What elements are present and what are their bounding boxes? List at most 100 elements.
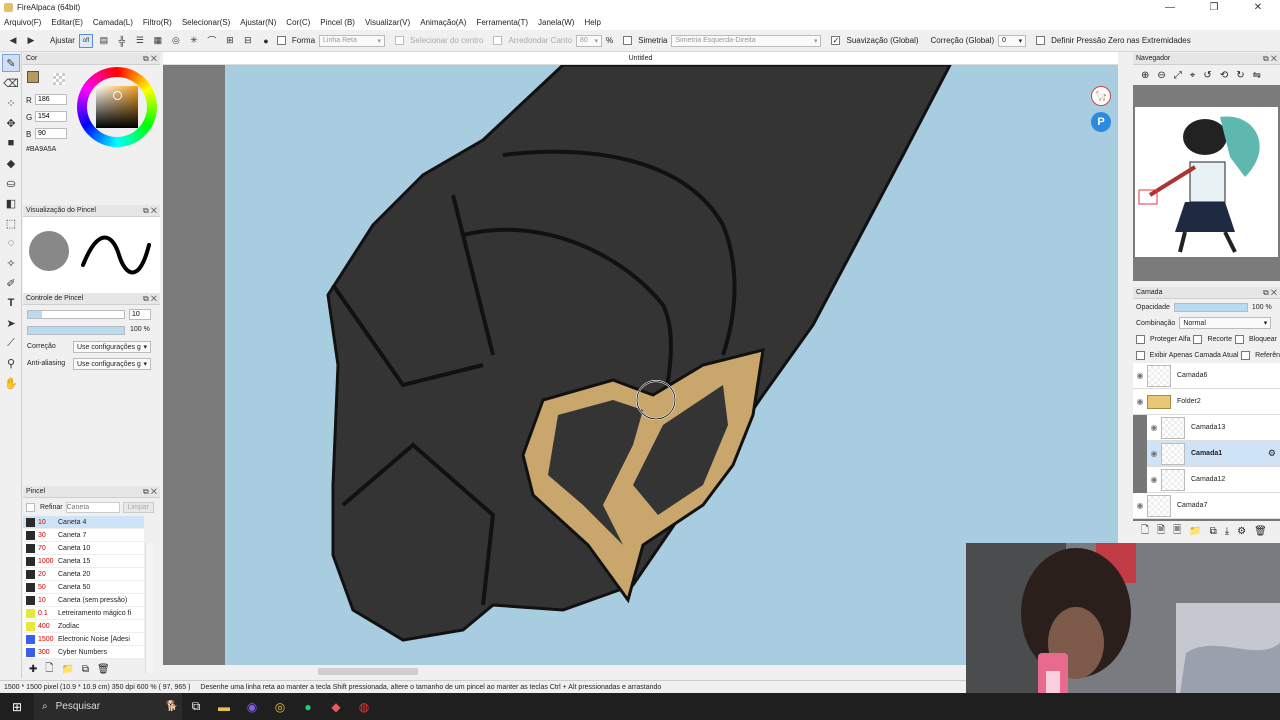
snap-lines-icon[interactable]: ☰ bbox=[133, 34, 147, 48]
snap-cross-icon[interactable]: ╬ bbox=[115, 34, 129, 48]
brush-item[interactable]: 30 Caneta 7 bbox=[23, 529, 144, 542]
layer-visibility-icon[interactable]: ◉ bbox=[1133, 371, 1147, 380]
zoom-in-icon[interactable]: ⊕ bbox=[1141, 70, 1149, 81]
snap-curve-icon[interactable]: ⌒ bbox=[205, 34, 219, 48]
brush-tool-icon[interactable]: ✎ bbox=[2, 54, 20, 72]
reference-checkbox[interactable] bbox=[1241, 350, 1251, 360]
arredondar-value[interactable]: 80 ▾ bbox=[576, 34, 603, 47]
layer-row[interactable]: ◉ Camada6 bbox=[1133, 363, 1280, 389]
menu-ajustar[interactable]: Ajustar(N) bbox=[240, 18, 276, 27]
suavizacao-checkbox[interactable]: ✓ bbox=[831, 36, 841, 45]
refine-checkbox[interactable] bbox=[26, 502, 35, 512]
text-tool-icon[interactable]: T bbox=[2, 294, 20, 312]
minimize-button[interactable]: — bbox=[1148, 0, 1192, 15]
forma-checkbox[interactable] bbox=[276, 36, 286, 45]
rotate-reset-icon[interactable]: ⟲ bbox=[1220, 70, 1228, 81]
zoom-out-icon[interactable]: ⊖ bbox=[1157, 70, 1165, 81]
magic-wand-icon[interactable]: ✧ bbox=[2, 254, 20, 272]
select-tool-icon[interactable]: ⬚ bbox=[2, 214, 20, 232]
divide-tool-icon[interactable]: ⟋ bbox=[2, 334, 20, 352]
zoom-fit-icon[interactable]: ⤢ bbox=[1174, 70, 1182, 81]
layer-opacity-slider[interactable] bbox=[1173, 302, 1248, 312]
merge-down-icon[interactable]: ⤓ bbox=[1225, 526, 1229, 537]
taskbar-search[interactable]: ⌕ Pesquisar 🐕 bbox=[34, 693, 182, 720]
layer-gear-icon[interactable]: ⚙ bbox=[1268, 448, 1276, 459]
obs-icon[interactable]: ◍ bbox=[350, 693, 378, 720]
menu-selecionar[interactable]: Selecionar(S) bbox=[182, 18, 230, 27]
firealpaca-icon[interactable]: ◆ bbox=[322, 693, 350, 720]
canvas-tab[interactable]: Untitled bbox=[163, 52, 1118, 65]
layer-visibility-icon[interactable]: ◉ bbox=[1147, 423, 1161, 432]
gradient-tool-icon[interactable]: ◧ bbox=[2, 194, 20, 212]
layer-row[interactable]: ◉ Camada12 bbox=[1147, 467, 1280, 493]
simetria-checkbox[interactable] bbox=[623, 36, 633, 45]
brush-list-scrollbar[interactable] bbox=[145, 543, 154, 673]
lock-checkbox[interactable] bbox=[1234, 334, 1244, 344]
new-1bit-layer-icon[interactable]: 🗏 bbox=[1173, 523, 1181, 540]
brush-item[interactable]: 10 Caneta 4 bbox=[23, 516, 144, 529]
hand-tool-icon[interactable]: ✋ bbox=[2, 374, 20, 392]
rotate-right-icon[interactable]: ↻ bbox=[1236, 70, 1244, 81]
shape-select[interactable]: Linha Reta ▾ bbox=[319, 34, 386, 47]
fill-tool-icon[interactable]: ◆ bbox=[2, 154, 20, 172]
size-input[interactable] bbox=[129, 309, 151, 320]
menu-animacao[interactable]: Animação(A) bbox=[420, 18, 466, 27]
correcao-dropdown[interactable]: Use configurações g ▾ bbox=[73, 341, 151, 353]
menu-ferramenta[interactable]: Ferramenta(T) bbox=[476, 18, 528, 27]
layer-settings-icon[interactable]: ⚙ bbox=[1237, 526, 1246, 537]
correcao-select[interactable]: 0 ▾ bbox=[998, 34, 1027, 47]
layer-visibility-icon[interactable]: ◉ bbox=[1147, 475, 1161, 484]
arredondar-checkbox[interactable] bbox=[493, 36, 503, 45]
flip-icon[interactable]: ⇋ bbox=[1253, 70, 1261, 81]
clip-checkbox[interactable] bbox=[1193, 334, 1203, 344]
folder-brush-icon[interactable]: 📁 bbox=[61, 664, 73, 675]
brush-item[interactable]: 50 Caneta 50 bbox=[23, 581, 144, 594]
layer-visibility-icon[interactable]: ◉ bbox=[1133, 397, 1147, 406]
snap-grid-icon[interactable]: ▤ bbox=[97, 34, 111, 48]
lasso-tool-icon[interactable]: ◌ bbox=[2, 234, 20, 252]
snap-point-icon[interactable]: ● bbox=[259, 34, 273, 48]
undo-icon[interactable]: ◀ bbox=[6, 34, 20, 48]
move-tool-icon[interactable]: ✥ bbox=[2, 114, 20, 132]
clear-button[interactable]: Limpar bbox=[122, 501, 154, 513]
snap-circle-icon[interactable]: ◎ bbox=[169, 34, 183, 48]
brush-item[interactable]: 1000 Caneta 15 bbox=[23, 555, 144, 568]
alpaca-avatar-icon[interactable]: 🦙 bbox=[1091, 86, 1111, 106]
spotify-icon[interactable]: ● bbox=[294, 693, 322, 720]
layer-row[interactable]: ◉ Camada13 bbox=[1147, 415, 1280, 441]
menu-editar[interactable]: Editar(E) bbox=[51, 18, 83, 27]
eyedropper-tool-icon[interactable]: ⚲ bbox=[2, 354, 20, 372]
layer-visibility-icon[interactable]: ◉ bbox=[1147, 449, 1161, 458]
snap-off-button[interactable]: off bbox=[78, 33, 93, 48]
shape-tool-icon[interactable]: ■ bbox=[2, 134, 20, 152]
bucket-tool-icon[interactable]: ⛀ bbox=[2, 174, 20, 192]
dot-tool-icon[interactable]: ⁘ bbox=[2, 94, 20, 112]
navigator-preview[interactable] bbox=[1133, 85, 1280, 281]
snap-3d-icon[interactable]: ⊟ bbox=[241, 34, 255, 48]
menu-camada[interactable]: Camada(L) bbox=[93, 18, 133, 27]
snap-parallel-icon[interactable]: ▦ bbox=[151, 34, 165, 48]
browser-icon[interactable]: ◉ bbox=[238, 693, 266, 720]
rotate-left-icon[interactable]: ↺ bbox=[1203, 70, 1211, 81]
redo-icon[interactable]: ▶ bbox=[24, 34, 38, 48]
duplicate-brush-icon[interactable]: ⧉ bbox=[82, 664, 89, 675]
snap-radial-icon[interactable]: ✳ bbox=[187, 34, 201, 48]
delete-layer-icon[interactable]: 🗑 bbox=[1254, 526, 1267, 537]
layer-row[interactable]: ◉ Camada7 bbox=[1133, 493, 1280, 519]
brush-item[interactable]: 10 Caneta (sem pressão) bbox=[23, 594, 144, 607]
duplicate-layer-icon[interactable]: ⧉ bbox=[1210, 526, 1217, 537]
b-input[interactable] bbox=[35, 128, 67, 139]
antialias-dropdown[interactable]: Use configurações g ▾ bbox=[73, 358, 151, 370]
maximize-button[interactable]: ❐ bbox=[1192, 0, 1236, 15]
pressao-checkbox[interactable] bbox=[1036, 36, 1046, 45]
transparent-color-swatch[interactable] bbox=[53, 73, 65, 85]
snap-perspective-icon[interactable]: ⊞ bbox=[223, 34, 237, 48]
menu-filtro[interactable]: Filtro(R) bbox=[143, 18, 172, 27]
file-explorer-icon[interactable]: ▬ bbox=[210, 693, 238, 720]
menu-cor[interactable]: Cor(C) bbox=[286, 18, 310, 27]
brush-item[interactable]: 0.1 Letreiramento mágico fi bbox=[23, 607, 144, 620]
menu-help[interactable]: Help bbox=[584, 18, 600, 27]
size-slider[interactable] bbox=[27, 310, 125, 319]
r-input[interactable] bbox=[35, 94, 67, 105]
new-brush-icon[interactable]: 🗋 bbox=[45, 661, 53, 678]
